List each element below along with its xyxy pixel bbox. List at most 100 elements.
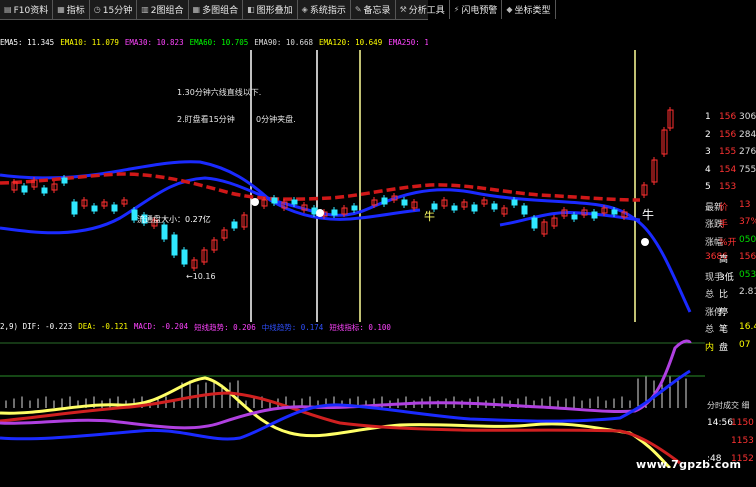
candle-body <box>491 203 498 210</box>
quote-label: 总 <box>705 290 715 300</box>
toolbar-label: 坐标类型 <box>514 6 551 16</box>
candle-body <box>161 224 168 240</box>
ema-value: EMA10: 11.079 <box>60 38 119 47</box>
toolbar-label: 闪电预警 <box>461 6 498 16</box>
quote-extra: 053 <box>739 269 756 280</box>
macd-chart[interactable] <box>0 333 705 468</box>
float-cap-label: 流通盘大小：0.27亿 <box>137 215 211 224</box>
tick-list-header[interactable]: 分时成交 细 <box>707 400 750 411</box>
tick-price: 1150 <box>731 418 754 428</box>
quote-value: 停 <box>719 307 729 318</box>
ema-dashed <box>0 172 641 202</box>
candle-body <box>521 205 528 215</box>
bull-marker-2: 牛 <box>642 208 655 222</box>
layout-icon: ▥ <box>141 5 149 14</box>
f10-icon: ▤ <box>4 5 12 14</box>
toolbar-label: 多图组合 <box>202 6 239 16</box>
toolbar-button-6[interactable]: ◈ 系统指示 <box>298 0 351 19</box>
toolbar-label: F10资料 <box>13 6 49 16</box>
candle-body <box>21 185 28 193</box>
alert-icon: ⚡ <box>453 5 460 14</box>
quote-label: 4 <box>705 164 711 175</box>
quote-row: 1 156 306 <box>705 110 756 127</box>
quote-row: 4 154 755 <box>705 163 756 180</box>
bull-marker-1: 牛 <box>424 210 435 223</box>
quote-row: 涨幅 %开 050 <box>705 233 756 250</box>
toolbar: ▤ F10资料 ▦ 指标 ◷ 15分钟 ▥ 2图组合 ▦ 多图组合 ◧ 图形叠加 ◈ 系统指示 ✎ 备忘录 ⚒ 分… <box>0 0 556 20</box>
toolbar-button-8[interactable]: ⚒ 分析工具 <box>396 0 450 19</box>
toolbar-label: 15分钟 <box>102 6 133 16</box>
ema-curve-2 <box>0 160 421 221</box>
quote-label: 1 <box>705 112 711 122</box>
candle-body <box>331 209 338 216</box>
marker-dot <box>316 209 324 217</box>
candle-body <box>41 187 48 194</box>
macd-value: 短线趋势: 0.206 <box>194 323 256 332</box>
tools-icon: ⚒ <box>399 5 407 14</box>
quote-row: 最新价 13 <box>705 198 756 215</box>
quote-value: 3低 <box>719 272 734 283</box>
toolbar-button-0[interactable]: ▤ F10资料 <box>0 0 54 19</box>
candle-body <box>381 197 388 205</box>
macd-value: 中线趋势: 0.174 <box>261 323 324 332</box>
toolbar-button-9[interactable]: ⚡ 闪电预警 <box>450 0 503 19</box>
toolbar-label: 2图组合 <box>150 6 184 16</box>
macd-value: 2,9) DIF: -0.223 <box>0 322 73 331</box>
candle-body <box>91 205 98 212</box>
quote-extra: 050 <box>739 234 756 245</box>
toolbar-button-4[interactable]: ▦ 多图组合 <box>189 0 244 19</box>
quote-extra: 16.4 <box>739 322 756 332</box>
axis-icon: ◆ <box>506 5 513 14</box>
ema-value: EMA30: 10.823 <box>124 38 184 47</box>
quote-value: 盘 <box>719 342 729 353</box>
quote-row: 2 156 284 <box>705 128 756 145</box>
toolbar-button-2[interactable]: ◷ 15分钟 <box>90 0 138 19</box>
quote-value: 156 <box>719 112 737 122</box>
quote-value: 笔 <box>719 325 729 335</box>
candle-body <box>451 205 458 211</box>
ema-value: EMA5: 11.345 <box>0 38 55 47</box>
toolbar-label: 图形叠加 <box>256 6 293 16</box>
toolbar-button-10[interactable]: ◆ 坐标类型 <box>502 0 556 19</box>
tick-price: 1153 <box>731 436 754 446</box>
toolbar-button-7[interactable]: ✎ 备忘录 <box>351 0 396 19</box>
quote-row: 3 155 276 <box>705 145 756 162</box>
toolbar-label: 分析工具 <box>408 6 445 16</box>
candle-body <box>471 204 478 212</box>
toolbar-button-1[interactable]: ▦ 指标 <box>53 0 90 19</box>
quote-value: 高 <box>719 255 729 265</box>
strategy-note-2b: 0分钟夹盘. <box>256 115 296 124</box>
period-icon: ◷ <box>93 5 101 14</box>
quote-extra: 2.81 <box>739 287 756 297</box>
overlay-icon: ◧ <box>247 5 255 14</box>
toolbar-button-3[interactable]: ▥ 2图组合 <box>137 0 189 19</box>
quote-row: 3686 高 156 <box>705 250 756 267</box>
quote-extra: 156 <box>739 252 756 262</box>
quote-row: 5 153 <box>705 180 756 197</box>
candle-body <box>511 199 518 206</box>
strategy-note-1: 1.30分钟六线直线以下. <box>177 88 262 97</box>
quote-value: 比 <box>719 290 729 300</box>
tick-time: 14:56 <box>707 418 733 428</box>
macd-line <box>0 339 692 430</box>
quote-value: 156 <box>719 129 737 140</box>
quote-value: %开 <box>719 237 737 248</box>
candle-body <box>271 197 278 204</box>
marker-dot <box>641 238 649 246</box>
quote-label: 总 <box>705 325 715 335</box>
toolbar-label: 指标 <box>66 6 85 16</box>
ema-value: EMA250: 10.589 <box>388 38 428 47</box>
price-chart[interactable] <box>0 50 705 322</box>
candle-body <box>531 217 538 229</box>
toolbar-button-5[interactable]: ◧ 图形叠加 <box>243 0 298 19</box>
candle-body <box>351 205 358 211</box>
quote-label: 5 <box>705 182 711 192</box>
ema-value: EMA60: 10.705 <box>189 38 249 47</box>
candle-body <box>611 209 618 215</box>
toolbar-label: 系统指示 <box>309 6 346 16</box>
candle-body <box>171 234 178 256</box>
low-price-label: ←10.16 <box>186 272 216 281</box>
multi-layout-icon: ▦ <box>192 5 201 14</box>
candle-body <box>591 211 598 219</box>
candle-body <box>71 201 78 215</box>
